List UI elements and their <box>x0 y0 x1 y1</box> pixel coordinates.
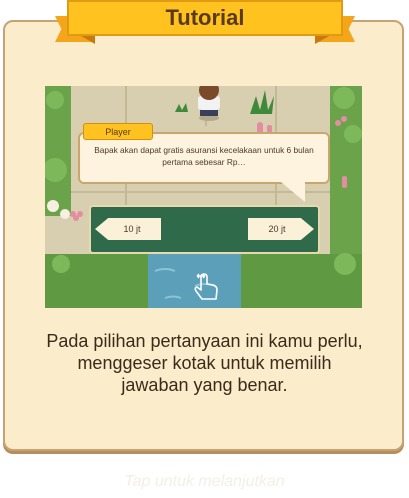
question-line-2: pertama sebesar Rp… <box>162 157 246 167</box>
instructions-text: Pada pilihan pertanyaan ini kamu perlu, … <box>20 330 389 396</box>
question-text: Bapak akan dapat gratis asuransi kecelak… <box>85 144 323 168</box>
speaker-name-tag: Player <box>83 123 153 140</box>
dialog-title: Tutorial <box>165 5 245 30</box>
title-ribbon: Tutorial <box>55 0 355 48</box>
question-line-1: Bapak akan dapat gratis asuransi kecelak… <box>94 145 314 155</box>
instructions-line-1: Pada pilihan pertanyaan ini kamu perlu, <box>46 331 363 351</box>
swipe-hand-icon <box>194 273 218 300</box>
ribbon-banner: Tutorial <box>67 0 343 36</box>
answer-option-left[interactable]: 10 jt <box>95 218 161 240</box>
instructions-line-3: jawaban yang benar. <box>121 375 288 395</box>
instructions-line-2: menggeser kotak untuk memilih <box>77 353 332 373</box>
tap-to-continue-button[interactable]: Tap untuk melanjutkan <box>0 473 409 491</box>
answer-slider[interactable]: 10 jt 20 jt <box>89 205 320 254</box>
tutorial-preview-image: Player Bapak akan dapat gratis asuransi … <box>45 86 362 308</box>
answer-option-right[interactable]: 20 jt <box>248 218 314 240</box>
